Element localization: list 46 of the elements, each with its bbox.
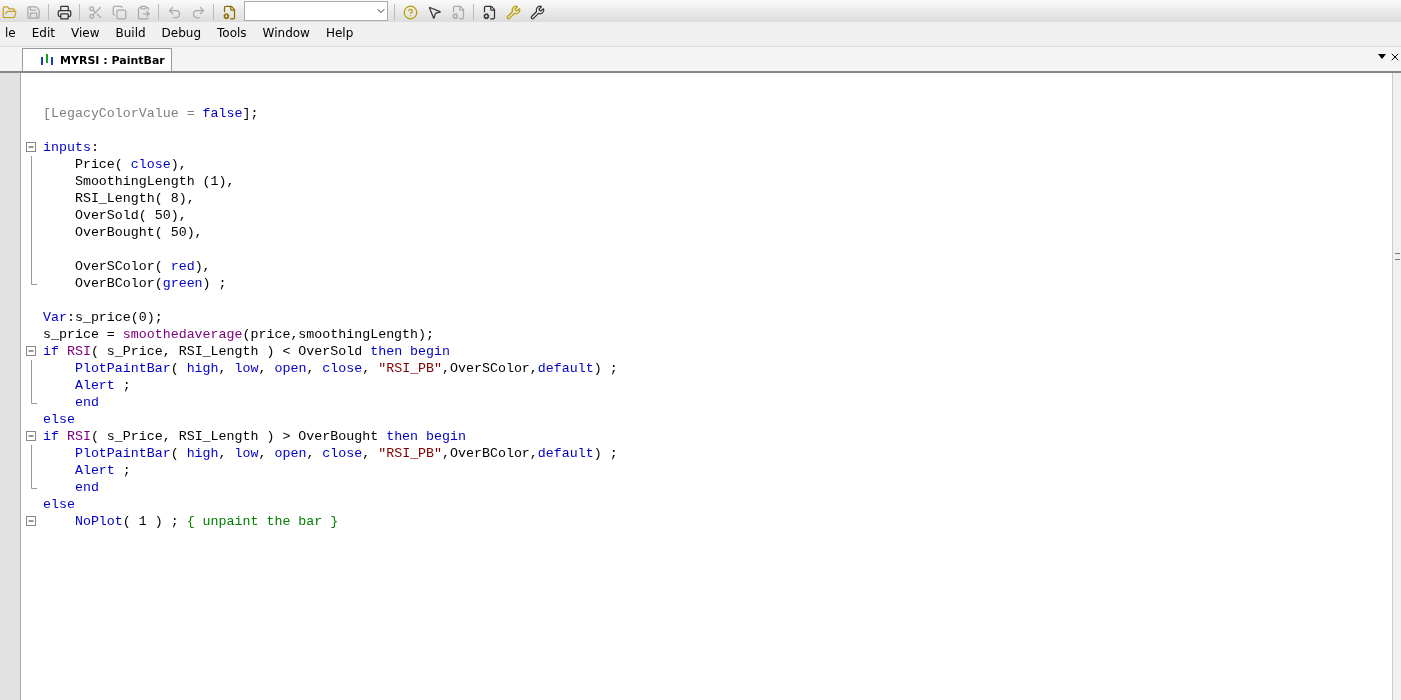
bar-chart-icon (41, 54, 54, 66)
code-line: Price( close), (73, 157, 187, 172)
code-line: OverSColor( red), (73, 259, 211, 274)
code-line: OverBought( 50), (73, 225, 203, 240)
save-icon[interactable] (24, 4, 42, 20)
code-line: OverSold( 50), (73, 208, 187, 223)
cut-icon[interactable] (86, 4, 104, 20)
code-line: else (43, 497, 75, 512)
code-line: SmoothingLength (1), (73, 174, 235, 189)
open-folder-icon[interactable] (0, 4, 18, 20)
code-line: PlotPaintBar( high, low, open, close, "RSI_PB",OverSColor,default) ; (73, 361, 618, 376)
help-icon[interactable] (401, 4, 419, 20)
code-line: s_price = smoothedaverage(price,smoothingLength); (43, 327, 434, 342)
printer-icon[interactable] (55, 4, 73, 20)
code-line: end (73, 480, 99, 495)
combo-field[interactable] (244, 1, 388, 21)
menu-item[interactable]: Debug (153, 26, 210, 40)
editor-tab[interactable]: MYRSI : PaintBar (22, 48, 172, 71)
code-line: if RSI( s_Price, RSI_Length ) < OverSold then begin (43, 344, 450, 359)
code-line: Var:s_price(0); (43, 310, 163, 325)
fold-end-icon (31, 275, 37, 285)
menu-item[interactable]: le (0, 26, 24, 40)
menu-item[interactable]: Edit (23, 26, 63, 40)
code-line: end (73, 395, 99, 410)
code-line: if RSI( s_Price, RSI_Length ) > OverBought then begin (43, 429, 466, 444)
menu-item[interactable]: View (62, 26, 108, 40)
fold-end-icon (31, 394, 37, 404)
code-line: OverBColor(green) ; (73, 276, 227, 291)
code-line: NoPlot( 1 ) ; { unpaint the bar } (73, 514, 339, 529)
code-line: [LegacyColorValue = false]; (43, 106, 259, 121)
code-line: RSI_Length( 8), (73, 191, 195, 206)
menu-item[interactable]: Help (317, 26, 362, 40)
tools-icon[interactable] (528, 4, 546, 20)
code-line: Alert ; (73, 463, 131, 478)
dropdown-icon[interactable] (1377, 51, 1387, 61)
code-line: inputs: (43, 140, 99, 155)
menu-item[interactable]: Build (107, 26, 154, 40)
copy-icon[interactable] (110, 4, 128, 20)
code-line: else (43, 412, 75, 427)
code-line: PlotPaintBar( high, low, open, close, "RSI_PB",OverBColor,default) ; (73, 446, 618, 461)
menu-item[interactable]: Tools (209, 26, 255, 40)
scrollbar[interactable] (1392, 73, 1401, 700)
menu-item[interactable]: Window (254, 26, 318, 40)
code-line: Alert ; (73, 378, 131, 393)
fold-end-icon (31, 479, 37, 489)
close-icon[interactable] (1389, 51, 1401, 63)
